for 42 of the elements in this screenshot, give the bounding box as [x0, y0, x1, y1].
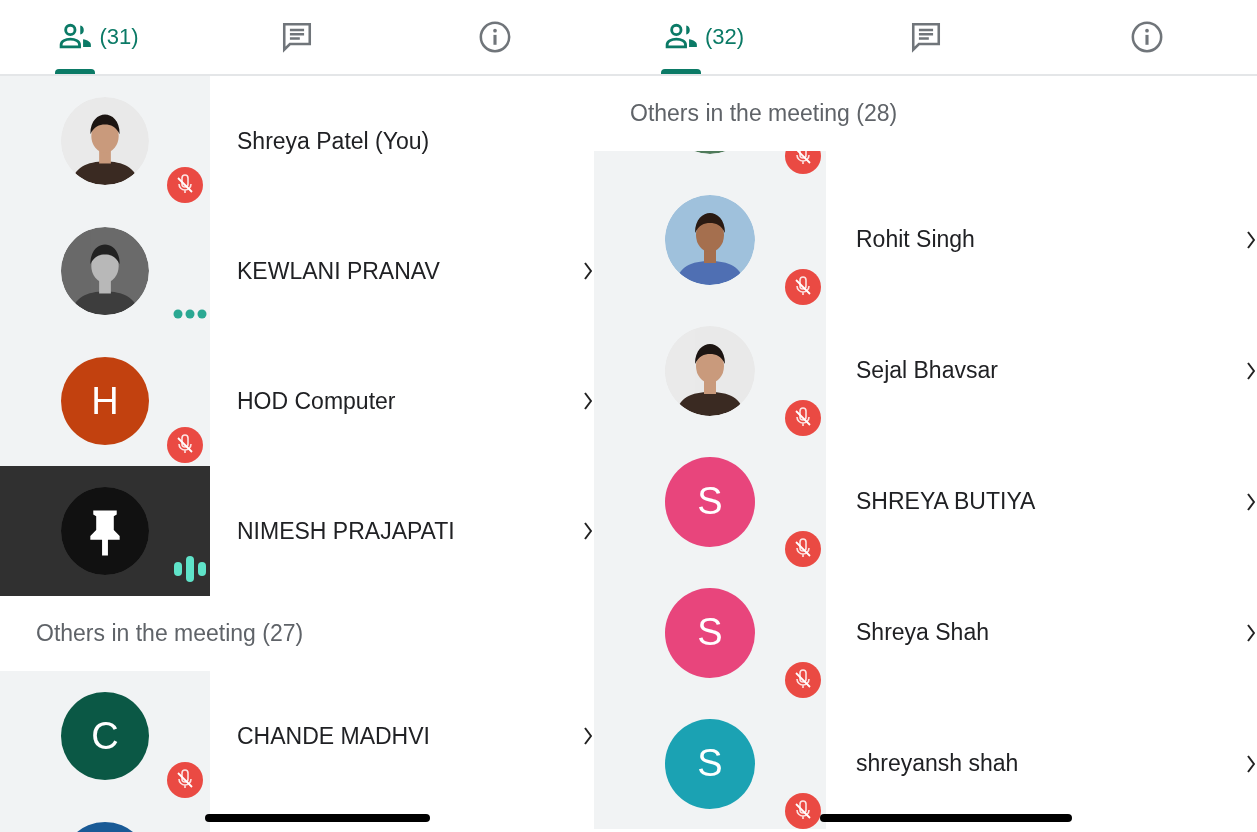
participant-name[interactable]: Rohit Singh — [856, 226, 975, 253]
dots-icon — [173, 308, 207, 320]
mic-off-icon — [167, 427, 203, 463]
chevron-icon[interactable] — [584, 521, 592, 541]
mic-off-icon — [167, 762, 203, 798]
participant-name[interactable]: CHANDE MADHVI — [237, 722, 430, 750]
participant-name[interactable]: KEWLANI PRANAV — [237, 257, 440, 285]
letter-avatar: S — [665, 456, 755, 547]
participant-name[interactable]: SHREYA BUTIYA — [856, 488, 1036, 515]
info-icon — [478, 20, 512, 54]
section-header: Others in the meeting (27) — [35, 619, 305, 648]
chevron-icon[interactable] — [1247, 753, 1255, 774]
mic-off-icon — [785, 530, 821, 567]
chevron-icon[interactable] — [1247, 229, 1255, 250]
section-header: Others in the meeting (28) — [629, 99, 899, 128]
chevron-icon[interactable] — [584, 726, 592, 746]
letter-avatar: S — [665, 718, 755, 809]
participant-name[interactable]: Sejal Bhavsar — [856, 357, 998, 384]
chevron-icon[interactable] — [584, 261, 592, 281]
letter-avatar: S — [665, 587, 755, 678]
chevron-icon[interactable] — [584, 391, 592, 411]
chevron-icon[interactable] — [1247, 360, 1255, 381]
chevron-icon[interactable] — [1247, 491, 1255, 512]
people-tab[interactable]: (31) — [0, 0, 198, 74]
mic-off-icon — [785, 792, 821, 829]
letter-avatar: C — [61, 692, 149, 780]
participant-name[interactable]: shreyansh shah — [856, 750, 1019, 777]
mic-off-icon — [167, 167, 203, 203]
mic-off-icon — [785, 268, 821, 305]
speaking-icon — [173, 555, 207, 583]
participant-name[interactable]: HOD Computer — [237, 387, 396, 415]
chevron-icon[interactable] — [1247, 622, 1255, 643]
participant-name[interactable]: Shreya Patel (You) — [237, 127, 430, 155]
mic-off-icon — [785, 661, 821, 698]
participant-name[interactable]: Shreya Shah — [856, 619, 989, 646]
info-icon — [1129, 20, 1164, 54]
chat-icon — [280, 20, 314, 54]
letter-avatar: H — [61, 357, 149, 445]
pin-avatar-icon — [61, 487, 149, 575]
mic-off-icon — [785, 399, 821, 436]
people-tab[interactable]: (32) — [594, 0, 815, 74]
participant-name[interactable]: NIMESH PRAJAPATI — [237, 517, 455, 545]
